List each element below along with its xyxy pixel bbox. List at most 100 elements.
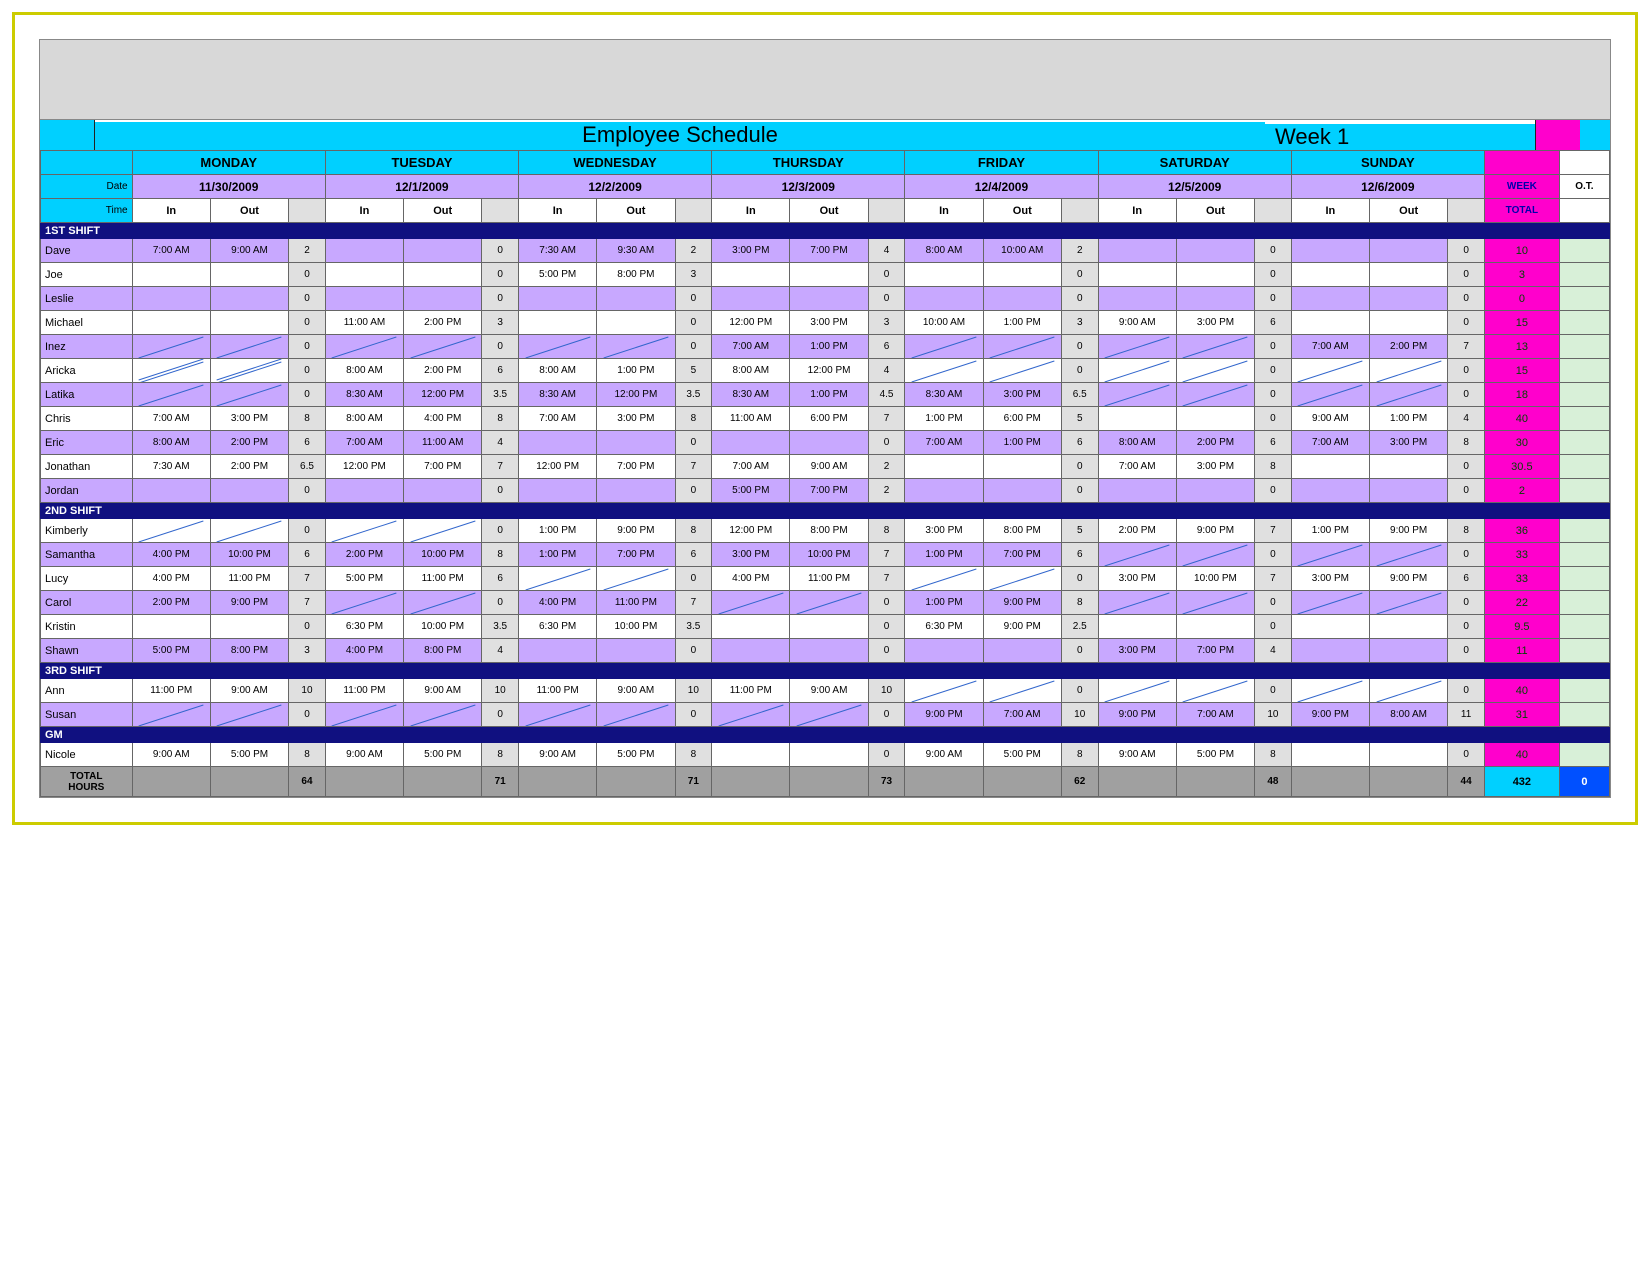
hrs-cell[interactable]: 0 xyxy=(1061,639,1098,663)
employee-name[interactable]: Joe xyxy=(41,263,133,287)
out-cell[interactable]: 9:00 PM xyxy=(983,591,1061,615)
out-cell[interactable] xyxy=(1370,639,1448,663)
out-cell[interactable]: 9:30 AM xyxy=(597,239,675,263)
in-cell[interactable]: 7:00 AM xyxy=(132,407,210,431)
in-cell[interactable]: 11:00 PM xyxy=(132,679,210,703)
hrs-cell[interactable]: 0 xyxy=(1061,479,1098,503)
hrs-cell[interactable]: 0 xyxy=(1255,407,1292,431)
in-cell[interactable]: 9:00 AM xyxy=(132,743,210,767)
out-cell[interactable] xyxy=(1176,239,1254,263)
hrs-cell[interactable]: 0 xyxy=(1255,383,1292,407)
hrs-cell[interactable]: 3 xyxy=(675,263,712,287)
in-cell[interactable]: 7:00 AM xyxy=(712,335,790,359)
in-cell[interactable]: 1:00 PM xyxy=(905,407,983,431)
in-cell[interactable] xyxy=(1291,455,1369,479)
out-cell[interactable] xyxy=(983,263,1061,287)
out-cell[interactable]: 9:00 AM xyxy=(790,455,868,479)
in-cell[interactable] xyxy=(132,479,210,503)
out-cell[interactable] xyxy=(983,359,1061,383)
ot-cell[interactable] xyxy=(1559,335,1609,359)
in-cell[interactable]: 7:00 AM xyxy=(1098,455,1176,479)
in-cell[interactable] xyxy=(1098,335,1176,359)
out-cell[interactable]: 4:00 PM xyxy=(404,407,482,431)
ot-cell[interactable] xyxy=(1559,287,1609,311)
in-cell[interactable]: 6:30 PM xyxy=(519,615,597,639)
hrs-cell[interactable]: 10 xyxy=(1255,703,1292,727)
hrs-cell[interactable]: 0 xyxy=(868,703,905,727)
hrs-cell[interactable]: 2 xyxy=(868,455,905,479)
hrs-cell[interactable]: 0 xyxy=(868,431,905,455)
hrs-cell[interactable]: 8 xyxy=(1255,455,1292,479)
employee-name[interactable]: Jonathan xyxy=(41,455,133,479)
hrs-cell[interactable]: 4 xyxy=(1255,639,1292,663)
in-cell[interactable]: 8:30 AM xyxy=(905,383,983,407)
hrs-cell[interactable]: 3 xyxy=(289,639,326,663)
out-cell[interactable] xyxy=(790,263,868,287)
in-cell[interactable] xyxy=(1291,591,1369,615)
hrs-cell[interactable]: 0 xyxy=(1448,287,1485,311)
out-cell[interactable]: 1:00 PM xyxy=(983,431,1061,455)
out-cell[interactable] xyxy=(404,703,482,727)
hrs-cell[interactable]: 0 xyxy=(1255,615,1292,639)
in-cell[interactable]: 9:00 PM xyxy=(1291,703,1369,727)
out-cell[interactable] xyxy=(1176,287,1254,311)
in-cell[interactable]: 7:00 AM xyxy=(132,239,210,263)
hrs-cell[interactable]: 0 xyxy=(289,287,326,311)
employee-name[interactable]: Jordan xyxy=(41,479,133,503)
hrs-cell[interactable]: 8 xyxy=(675,519,712,543)
out-cell[interactable]: 8:00 AM xyxy=(1370,703,1448,727)
in-cell[interactable]: 11:00 AM xyxy=(325,311,403,335)
in-cell[interactable] xyxy=(519,431,597,455)
hrs-cell[interactable]: 0 xyxy=(1061,455,1098,479)
ot-cell[interactable] xyxy=(1559,543,1609,567)
out-cell[interactable]: 2:00 PM xyxy=(1176,431,1254,455)
in-cell[interactable]: 11:00 AM xyxy=(712,407,790,431)
hrs-cell[interactable]: 0 xyxy=(1255,263,1292,287)
out-cell[interactable]: 5:00 PM xyxy=(404,743,482,767)
out-cell[interactable]: 7:00 PM xyxy=(790,239,868,263)
hrs-cell[interactable]: 0 xyxy=(675,703,712,727)
in-cell[interactable]: 5:00 PM xyxy=(712,479,790,503)
out-cell[interactable]: 1:00 PM xyxy=(790,335,868,359)
out-cell[interactable]: 7:00 PM xyxy=(597,543,675,567)
out-cell[interactable] xyxy=(790,287,868,311)
hrs-cell[interactable]: 0 xyxy=(1255,335,1292,359)
in-cell[interactable]: 4:00 PM xyxy=(712,567,790,591)
in-cell[interactable]: 7:00 AM xyxy=(1291,335,1369,359)
ot-cell[interactable] xyxy=(1559,263,1609,287)
out-cell[interactable] xyxy=(597,703,675,727)
hrs-cell[interactable]: 0 xyxy=(1448,543,1485,567)
in-cell[interactable] xyxy=(325,519,403,543)
in-cell[interactable] xyxy=(712,703,790,727)
ot-cell[interactable] xyxy=(1559,519,1609,543)
out-cell[interactable]: 5:00 PM xyxy=(1176,743,1254,767)
hrs-cell[interactable]: 8 xyxy=(675,743,712,767)
out-cell[interactable]: 12:00 PM xyxy=(597,383,675,407)
out-cell[interactable]: 2:00 PM xyxy=(210,455,288,479)
in-cell[interactable] xyxy=(905,639,983,663)
out-cell[interactable]: 11:00 PM xyxy=(404,567,482,591)
hrs-cell[interactable]: 8 xyxy=(868,519,905,543)
out-cell[interactable]: 9:00 AM xyxy=(210,679,288,703)
in-cell[interactable]: 9:00 AM xyxy=(1098,311,1176,335)
hrs-cell[interactable]: 8 xyxy=(1061,743,1098,767)
out-cell[interactable]: 10:00 PM xyxy=(210,543,288,567)
in-cell[interactable] xyxy=(325,287,403,311)
out-cell[interactable] xyxy=(1370,743,1448,767)
out-cell[interactable] xyxy=(404,263,482,287)
out-cell[interactable] xyxy=(1176,615,1254,639)
ot-cell[interactable] xyxy=(1559,615,1609,639)
out-cell[interactable] xyxy=(1176,679,1254,703)
in-cell[interactable]: 2:00 PM xyxy=(132,591,210,615)
hrs-cell[interactable]: 8 xyxy=(675,407,712,431)
hrs-cell[interactable]: 0 xyxy=(868,591,905,615)
in-cell[interactable] xyxy=(1291,543,1369,567)
hrs-cell[interactable]: 8 xyxy=(1061,591,1098,615)
in-cell[interactable]: 5:00 PM xyxy=(325,567,403,591)
hrs-cell[interactable]: 8 xyxy=(482,407,519,431)
hrs-cell[interactable]: 4 xyxy=(868,359,905,383)
hrs-cell[interactable]: 8 xyxy=(289,743,326,767)
in-cell[interactable] xyxy=(132,703,210,727)
hrs-cell[interactable]: 0 xyxy=(1448,263,1485,287)
hrs-cell[interactable]: 3.5 xyxy=(675,615,712,639)
